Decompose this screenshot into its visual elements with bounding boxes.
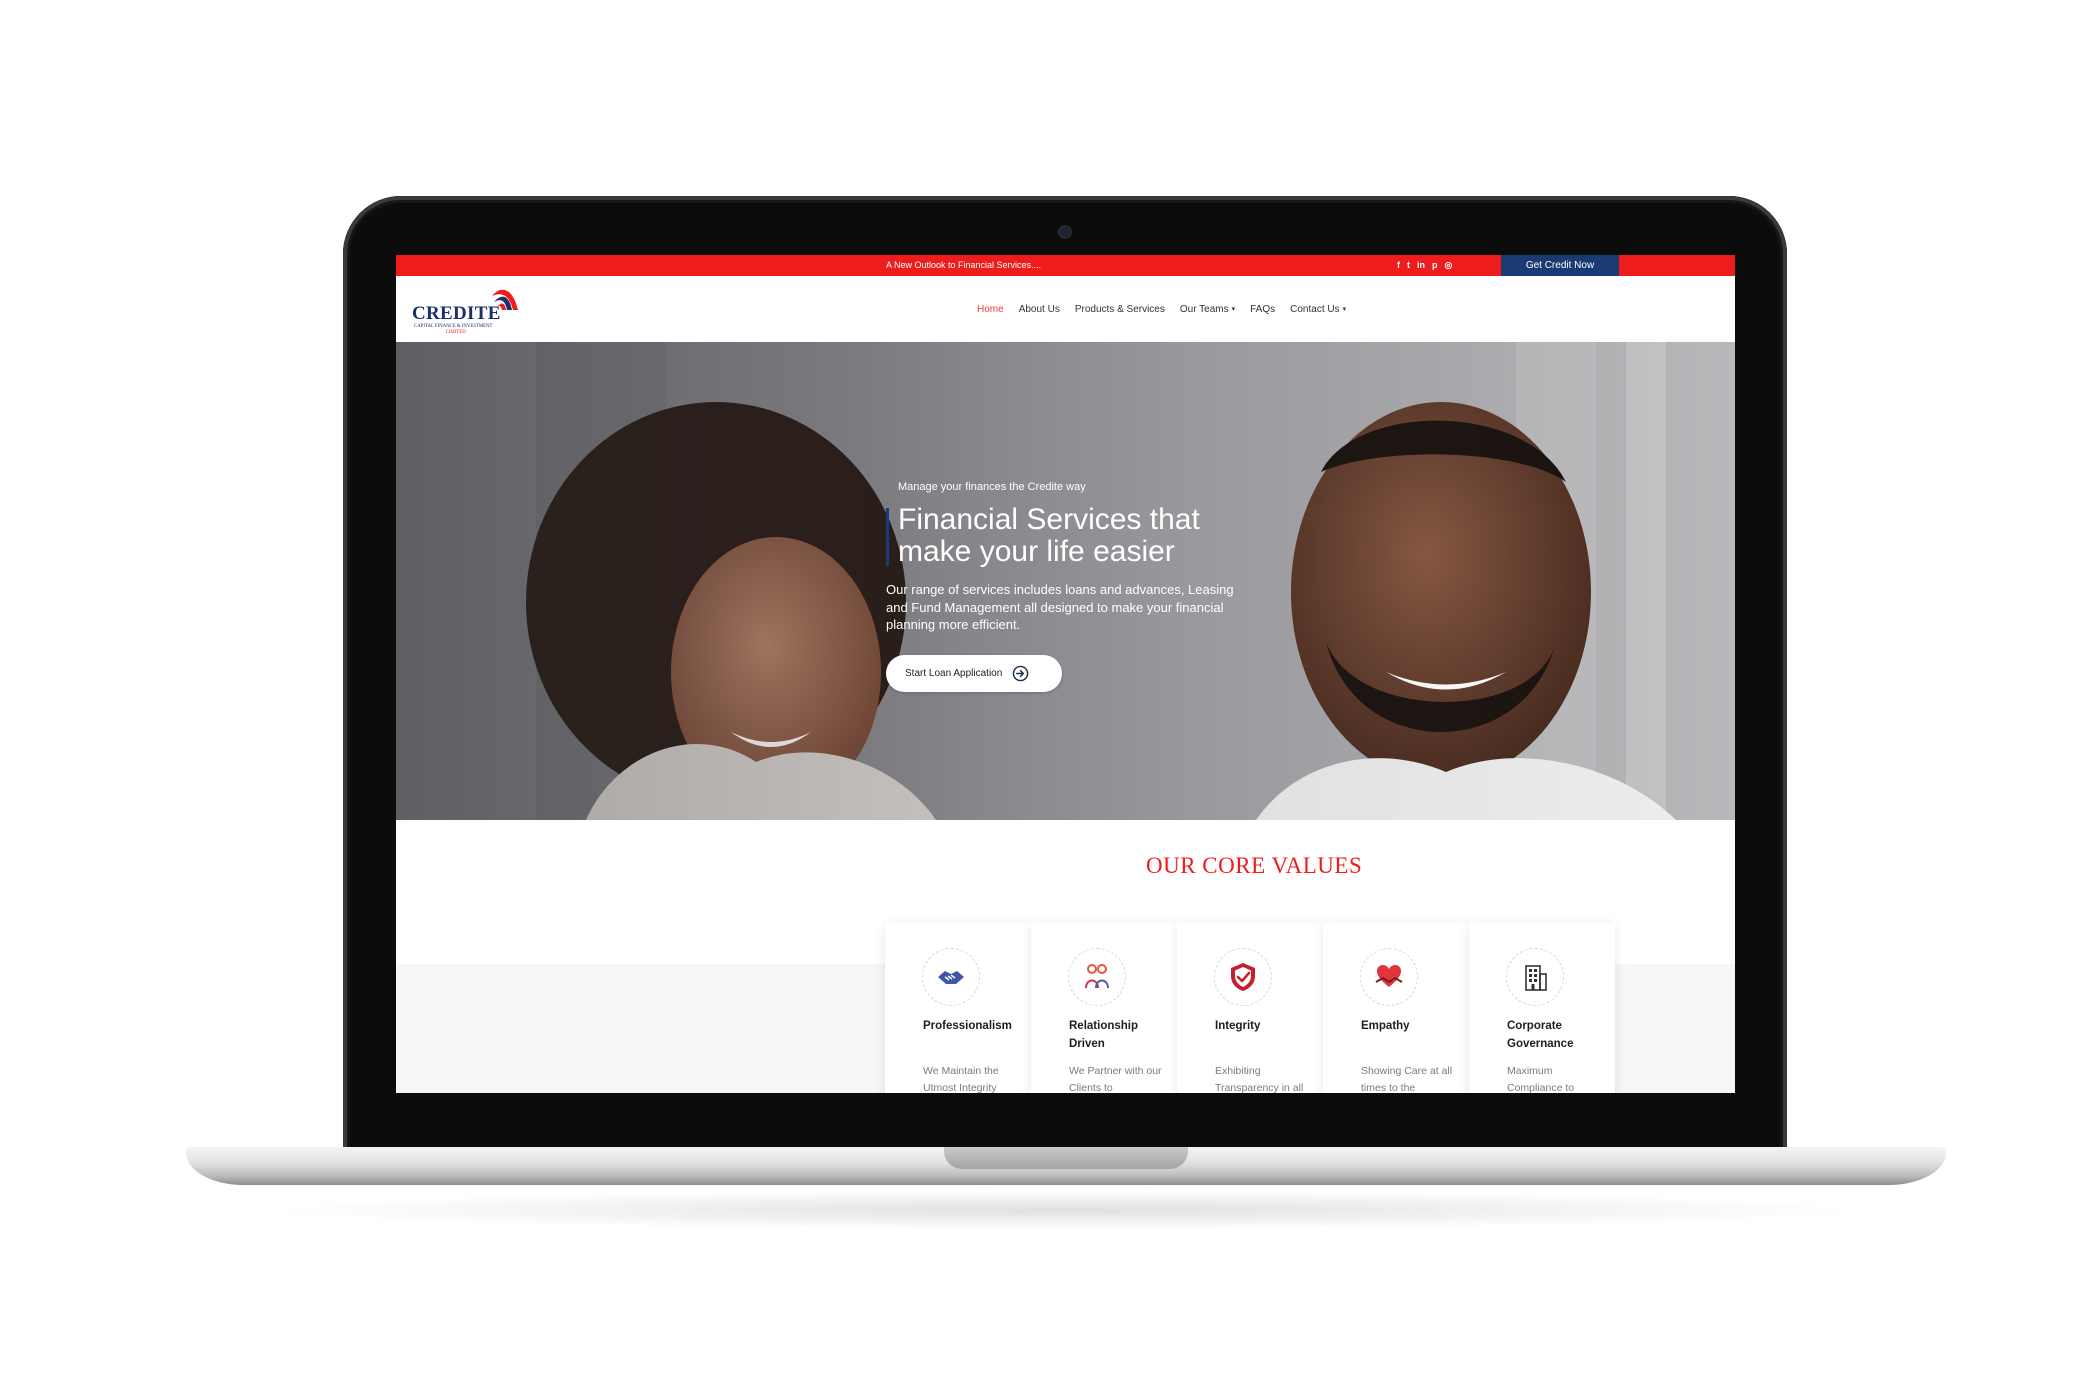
chevron-down-icon: ▾ — [1342, 306, 1347, 313]
nav-label: FAQs — [1250, 303, 1276, 315]
value-card-title: Professionalism — [923, 1020, 1012, 1032]
nav-label: Products & Services — [1074, 303, 1165, 315]
value-card-integrity: Integrity Exhibiting Transparency in all — [1177, 923, 1323, 1093]
nav-item-about-us[interactable]: About Us — [1019, 304, 1060, 315]
nav-label: Contact Us — [1290, 303, 1340, 315]
chevron-down-icon: ▾ — [1231, 306, 1236, 313]
hero-title: Financial Services that make your life e… — [898, 503, 1200, 568]
value-card-text: We Maintain the Utmost Integrity — [923, 1065, 999, 1093]
hero-tagline: Manage your finances the Credite way — [898, 481, 1086, 493]
facebook-icon[interactable]: f — [1397, 255, 1400, 276]
value-card-title: Relationship Driven — [1069, 1020, 1139, 1050]
nav-item-contact-us[interactable]: Contact Us ▾ — [1290, 304, 1346, 315]
site-header: CREDITE CAPITAL FINANCE & INVESTMENT LIM… — [396, 276, 1735, 342]
nav-label: Our Teams — [1179, 303, 1229, 315]
pinterest-icon[interactable]: p — [1432, 255, 1438, 276]
webcam — [1060, 227, 1070, 237]
value-card-text: We Partner with our Clients to — [1069, 1065, 1162, 1093]
site-logo[interactable]: CREDITE CAPITAL FINANCE & INVESTMENT LIM… — [412, 284, 522, 338]
value-card-text: Exhibiting Transparency in all — [1215, 1065, 1304, 1093]
value-card-title: Empathy — [1361, 1020, 1410, 1032]
logo-subline-limited: LIMITED — [446, 330, 466, 335]
laptop-screen: A New Outlook to Financial Services.... … — [396, 255, 1735, 1093]
nav-item-products-services[interactable]: Products & Services — [1075, 304, 1165, 315]
value-card-corporate-governance: Corporate Governance Maximum Compliance … — [1469, 923, 1615, 1093]
laptop-notch — [944, 1147, 1188, 1169]
main-nav: Home About Us Products & Services Our Te… — [977, 276, 1361, 342]
heart-hands-icon — [1360, 948, 1418, 1006]
nav-item-faqs[interactable]: FAQs — [1250, 304, 1275, 315]
hero-accent-bar — [886, 508, 889, 566]
arrow-circle-right-icon — [1013, 665, 1029, 682]
announcement-text: A New Outlook to Financial Services.... — [886, 260, 1042, 270]
core-values-title: OUR CORE VALUES — [1146, 853, 1363, 878]
get-credit-now-button[interactable]: Get Credit Now — [1501, 255, 1619, 276]
nav-item-home[interactable]: Home — [977, 304, 1004, 315]
value-card-title: Integrity — [1215, 1020, 1261, 1032]
social-links: f t in p ◎ — [1397, 255, 1452, 276]
core-values-section: OUR CORE VALUES Professionalism We Maint… — [396, 820, 1735, 1093]
logo-wordmark: CREDITE — [412, 303, 501, 324]
hero-banner: Manage your finances the Credite way Fin… — [396, 342, 1735, 820]
laptop-shadow — [260, 1190, 1870, 1230]
value-card-text: Maximum Compliance to — [1507, 1065, 1575, 1093]
start-loan-application-button[interactable]: Start Loan Application — [886, 655, 1062, 692]
value-card-empathy: Empathy Showing Care at all times to the — [1323, 923, 1469, 1093]
building-icon — [1506, 948, 1564, 1006]
shield-check-icon — [1214, 948, 1272, 1006]
value-card-relationship: Relationship Driven We Partner with our … — [1031, 923, 1177, 1093]
nav-label: About Us — [1018, 303, 1060, 315]
nav-label: Home — [977, 303, 1004, 315]
cta-label: Start Loan Application — [905, 668, 1003, 679]
value-card-professionalism: Professionalism We Maintain the Utmost I… — [885, 923, 1031, 1093]
announcement-bar: A New Outlook to Financial Services.... … — [396, 255, 1735, 276]
linkedin-icon[interactable]: in — [1417, 255, 1425, 276]
core-values-cards: Professionalism We Maintain the Utmost I… — [885, 923, 1617, 1093]
hero-description: Our range of services includes loans and… — [886, 582, 1234, 632]
instagram-icon[interactable]: ◎ — [1445, 255, 1453, 276]
value-card-text: Showing Care at all times to the — [1361, 1065, 1453, 1093]
nav-item-our-teams[interactable]: Our Teams ▾ — [1180, 304, 1235, 315]
people-icon — [1068, 948, 1126, 1006]
handshake-icon — [922, 948, 980, 1006]
twitter-icon[interactable]: t — [1407, 255, 1410, 276]
value-card-title: Corporate Governance — [1507, 1020, 1574, 1050]
